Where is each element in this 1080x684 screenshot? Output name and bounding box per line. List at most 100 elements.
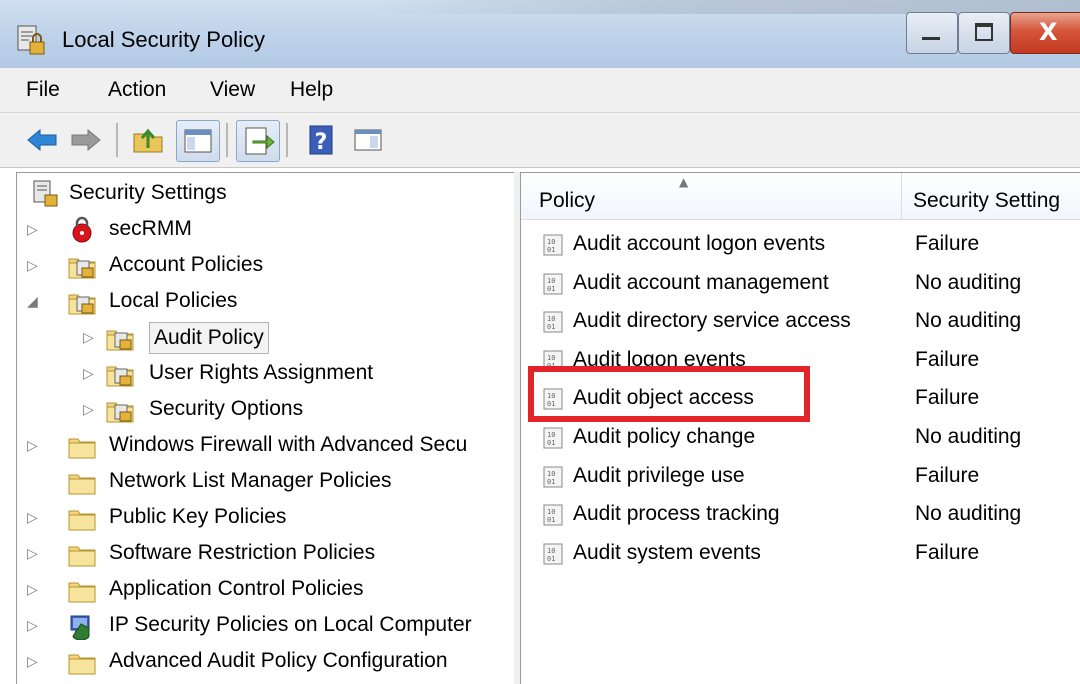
policy-name: Audit privilege use [573, 463, 745, 487]
tree-item[interactable]: ◢ Local Policies [17, 285, 515, 319]
tree-item-label: Public Key Policies [109, 505, 287, 528]
policy-row[interactable]: 10 01 Audit privilege use Failure [521, 457, 1080, 495]
tree-item[interactable]: ▷ Application Control Policies [17, 573, 515, 607]
svg-text:10: 10 [547, 238, 555, 246]
policy-setting-icon: 1001 [543, 504, 563, 526]
menu-view[interactable]: View [210, 78, 255, 102]
column-header-policy[interactable]: Policy [539, 189, 595, 213]
tree-item[interactable]: ▷ Public Key Policies [17, 501, 515, 535]
expand-arrow-icon[interactable]: ▷ [27, 222, 38, 238]
folder-policy-icon [68, 294, 96, 315]
menu-file[interactable]: File [26, 78, 60, 102]
expand-arrow-icon[interactable]: ▷ [83, 402, 94, 418]
policy-row[interactable]: 10 01 Audit directory service access No aud… [521, 302, 1080, 340]
local-security-policy-icon [33, 180, 58, 207]
tree-item[interactable]: ▷ Audit Policy [17, 321, 515, 355]
close-button[interactable]: X [1010, 12, 1080, 54]
tree-item-label: Audit Policy [149, 322, 269, 354]
expand-arrow-icon[interactable]: ▷ [27, 618, 38, 634]
expand-arrow-icon[interactable]: ▷ [27, 654, 38, 670]
svg-text:01: 01 [547, 555, 555, 563]
folder-policy-icon [106, 402, 134, 423]
svg-text:01: 01 [547, 246, 555, 254]
policy-row[interactable]: 10 01 Audit system events Failure [521, 534, 1080, 572]
tree-item[interactable]: Network List Manager Policies [17, 465, 515, 499]
maximize-button[interactable] [958, 12, 1010, 54]
svg-text:?: ? [315, 130, 328, 155]
ip-security-icon [70, 615, 90, 640]
maximize-icon [975, 23, 993, 41]
folder-icon [68, 510, 96, 531]
expand-arrow-icon[interactable]: ▷ [27, 258, 38, 274]
policy-row[interactable]: 10 01 Audit process tracking No auditing [521, 495, 1080, 533]
export-list-button[interactable] [236, 120, 280, 162]
menu-action[interactable]: Action [108, 78, 166, 102]
tree-item-label: Account Policies [109, 253, 264, 276]
up-folder-icon[interactable] [130, 122, 166, 158]
menu-help[interactable]: Help [290, 78, 333, 102]
expanded-arrow-icon[interactable]: ◢ [27, 294, 38, 310]
security-setting-value: No auditing [915, 270, 1022, 294]
policy-row[interactable]: 10 01 Audit account management No auditing [521, 264, 1080, 302]
tree-item-label: Software Restriction Policies [109, 541, 376, 564]
close-icon: X [1039, 18, 1058, 46]
policy-row[interactable]: 10 01 Audit policy change No auditing [521, 418, 1080, 456]
security-setting-value: No auditing [915, 502, 1022, 526]
tree-item[interactable]: ▷ Security Options [17, 393, 515, 427]
title-bar: Local Security Policy X [0, 0, 1080, 69]
security-setting-value: Failure [915, 463, 980, 487]
tree-item[interactable]: ▷ secRMM [17, 213, 515, 247]
tree-item-label: Windows Firewall with Advanced Secu [109, 433, 468, 456]
policy-row[interactable]: 10 01 Audit account logon events Failure [521, 225, 1080, 263]
folder-icon [68, 654, 96, 675]
forward-arrow-icon[interactable] [68, 122, 104, 158]
local-security-policy-icon [17, 25, 45, 55]
red-highlight-box [528, 366, 810, 422]
folder-policy-icon [106, 330, 134, 351]
policy-setting-icon: 1001 [543, 311, 563, 333]
tree-item[interactable]: ▷ User Rights Assignment [17, 357, 515, 391]
expand-arrow-icon[interactable]: ▷ [27, 510, 38, 526]
policy-setting-icon: 1001 [543, 543, 563, 565]
show-hide-console-tree-button[interactable] [176, 120, 220, 162]
minimize-button[interactable] [906, 12, 958, 54]
console-tree[interactable]: Security Settings ▷ secRMM ▷ Account Polici… [16, 172, 516, 684]
tree-item[interactable]: ▷ IP Security Policies on Local Computer [17, 609, 515, 643]
svg-text:10: 10 [547, 315, 555, 323]
tree-item[interactable]: ▷ Advanced Audit Policy Configuration [17, 645, 515, 679]
column-divider[interactable] [901, 173, 902, 219]
back-arrow-icon[interactable] [24, 122, 60, 158]
policy-name: Audit system events [573, 540, 761, 564]
folder-icon [68, 438, 96, 459]
tree-item[interactable]: ▷ Windows Firewall with Advanced Secu [17, 429, 515, 463]
tree-item[interactable]: ▷ Software Restriction Policies [17, 537, 515, 571]
show-hide-action-pane-icon[interactable] [350, 122, 386, 158]
folder-icon [68, 474, 96, 495]
tree-item-security-settings[interactable]: Security Settings [17, 177, 515, 211]
folder-icon [68, 582, 96, 603]
export-list-icon [245, 127, 275, 155]
policy-name: Audit account logon events [573, 232, 826, 255]
expand-arrow-icon[interactable]: ▷ [27, 546, 38, 562]
security-setting-value: No auditing [915, 425, 1022, 448]
menu-bar: File Action View Help [0, 68, 1080, 113]
tree-item-label: Security Options [149, 397, 304, 420]
secrmm-lock-icon [72, 216, 92, 243]
security-setting-value: Failure [915, 232, 980, 255]
expand-arrow-icon[interactable]: ▷ [83, 330, 94, 346]
security-setting-value: Failure [915, 386, 980, 410]
list-header: ▲ Policy Security Setting [521, 173, 1080, 220]
expand-arrow-icon[interactable]: ▷ [27, 582, 38, 598]
svg-text:10: 10 [547, 547, 555, 555]
folder-policy-icon [106, 366, 134, 387]
column-header-security-setting[interactable]: Security Setting [913, 189, 1060, 213]
svg-text:01: 01 [547, 323, 555, 331]
policy-setting-icon: 1001 [543, 427, 563, 449]
policy-list[interactable]: ▲ Policy Security Setting 10 01 Audit acco… [520, 172, 1080, 684]
tree-item-label: secRMM [109, 217, 192, 240]
expand-arrow-icon[interactable]: ▷ [27, 438, 38, 454]
expand-arrow-icon[interactable]: ▷ [83, 366, 94, 382]
policy-name: Audit directory service access [573, 309, 851, 333]
help-icon[interactable]: ? [304, 122, 340, 158]
tree-item[interactable]: ▷ Account Policies [17, 249, 515, 283]
